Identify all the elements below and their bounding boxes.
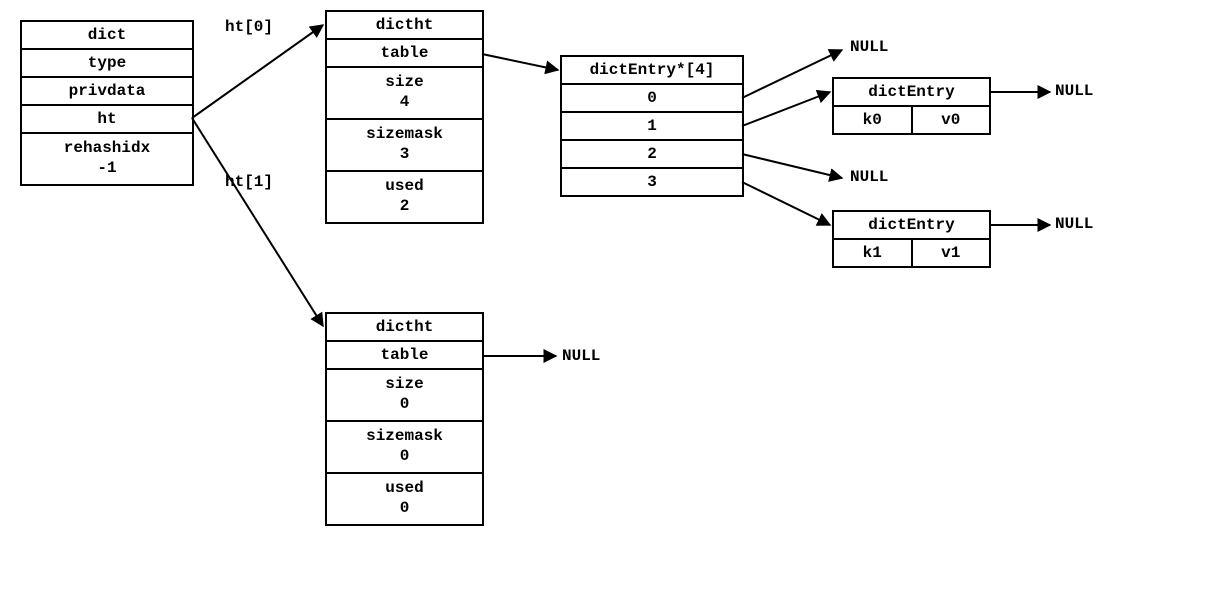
entry-array-2: 2 bbox=[562, 141, 742, 169]
dictentry-1-title: dictEntry bbox=[834, 212, 989, 240]
dictht1-used-label: used bbox=[385, 479, 423, 497]
dictht0-used-label: used bbox=[385, 177, 423, 195]
dictht0-sizemask-label: sizemask bbox=[366, 125, 443, 143]
dictht1-used: used 0 bbox=[327, 474, 482, 524]
dictht0-table: table bbox=[327, 40, 482, 68]
dictht0-used-value: 2 bbox=[400, 197, 410, 215]
ht0-label: ht[0] bbox=[225, 18, 273, 36]
dict-title: dict bbox=[22, 22, 192, 50]
dictentry-1-box: dictEntry k1 v1 bbox=[832, 210, 991, 268]
entry-array-1: 1 bbox=[562, 113, 742, 141]
dictentry-1-kv: k1 v1 bbox=[834, 240, 989, 266]
dictentry-1-key: k1 bbox=[834, 240, 913, 266]
dictht1-box: dictht table size 0 sizemask 0 used 0 bbox=[325, 312, 484, 526]
dictht0-sizemask-value: 3 bbox=[400, 145, 410, 163]
rehash-label: rehashidx bbox=[64, 139, 150, 157]
dictht0-used: used 2 bbox=[327, 172, 482, 222]
diagram-canvas: dict type privdata ht rehashidx -1 ht[0]… bbox=[0, 0, 1220, 601]
dict-box: dict type privdata ht rehashidx -1 bbox=[20, 20, 194, 186]
dictht0-sizemask: sizemask 3 bbox=[327, 120, 482, 172]
entry-array-3: 3 bbox=[562, 169, 742, 195]
dictentry-0-key: k0 bbox=[834, 107, 913, 133]
dictht1-sizemask-value: 0 bbox=[400, 447, 410, 465]
dictht1-size: size 0 bbox=[327, 370, 482, 422]
entry-array-0: 0 bbox=[562, 85, 742, 113]
dictht0-title: dictht bbox=[327, 12, 482, 40]
dict-field-ht: ht bbox=[22, 106, 192, 134]
null-slot2: NULL bbox=[850, 168, 888, 186]
null-after-e0: NULL bbox=[1055, 82, 1093, 100]
ht1-label: ht[1] bbox=[225, 173, 273, 191]
null-slot0: NULL bbox=[850, 38, 888, 56]
dictht0-box: dictht table size 4 sizemask 3 used 2 bbox=[325, 10, 484, 224]
dictht1-sizemask-label: sizemask bbox=[366, 427, 443, 445]
dictht1-size-label: size bbox=[385, 375, 423, 393]
dictht0-size-label: size bbox=[385, 73, 423, 91]
dictht1-used-value: 0 bbox=[400, 499, 410, 517]
dictentry-0-title: dictEntry bbox=[834, 79, 989, 107]
dictentry-1-value: v1 bbox=[913, 240, 990, 266]
null-ht1table: NULL bbox=[562, 347, 600, 365]
dict-field-rehashidx: rehashidx -1 bbox=[22, 134, 192, 184]
dict-field-type: type bbox=[22, 50, 192, 78]
dictht1-size-value: 0 bbox=[400, 395, 410, 413]
dictentry-0-box: dictEntry k0 v0 bbox=[832, 77, 991, 135]
dict-field-privdata: privdata bbox=[22, 78, 192, 106]
dictht1-sizemask: sizemask 0 bbox=[327, 422, 482, 474]
dictentry-0-value: v0 bbox=[913, 107, 990, 133]
dictentry-0-kv: k0 v0 bbox=[834, 107, 989, 133]
dictht1-title: dictht bbox=[327, 314, 482, 342]
entry-array-box: dictEntry*[4] 0 1 2 3 bbox=[560, 55, 744, 197]
null-after-e1: NULL bbox=[1055, 215, 1093, 233]
dictht0-size: size 4 bbox=[327, 68, 482, 120]
dictht0-size-value: 4 bbox=[400, 93, 410, 111]
entry-array-title: dictEntry*[4] bbox=[562, 57, 742, 85]
dictht1-table: table bbox=[327, 342, 482, 370]
rehash-value: -1 bbox=[97, 159, 116, 177]
